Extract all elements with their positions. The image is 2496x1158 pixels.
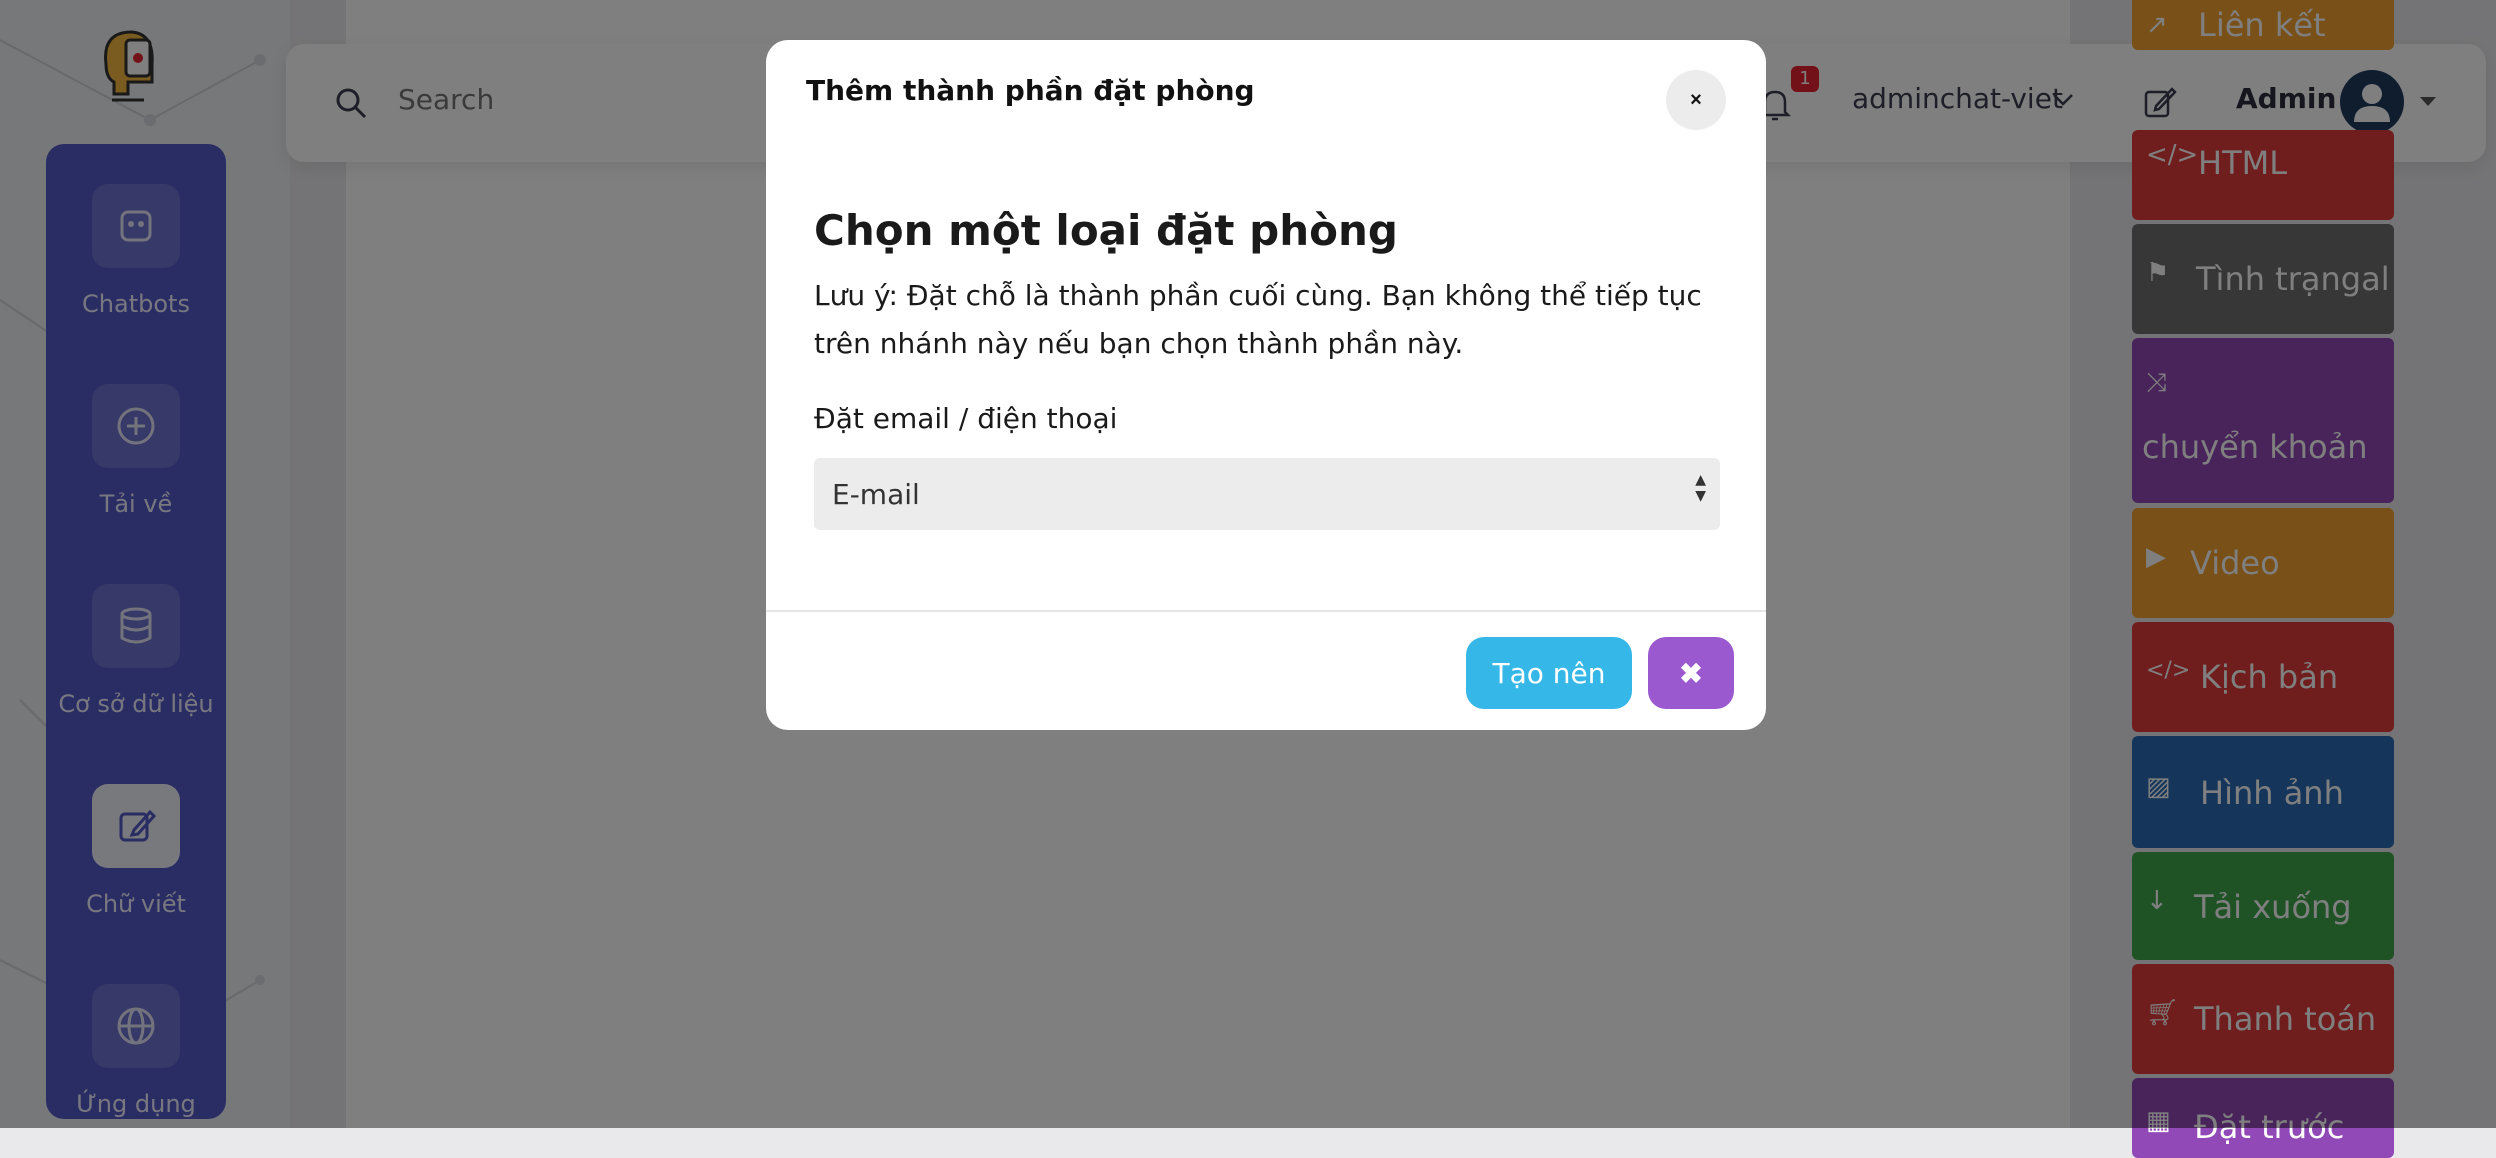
select-arrows-icon: ▲ ▼	[1695, 472, 1706, 504]
footer-divider	[766, 610, 1766, 612]
cancel-button[interactable]: ✖	[1648, 637, 1734, 709]
add-booking-modal: Thêm thành phần đặt phòng × Chọn một loạ…	[766, 40, 1766, 730]
modal-note: Lưu ý: Đặt chỗ là thành phần cuối cùng. …	[814, 279, 1702, 360]
x-icon: ✖	[1679, 657, 1703, 689]
select-value: E-mail	[832, 478, 920, 511]
close-icon: ×	[1690, 88, 1702, 111]
modal-heading: Chọn một loại đặt phòng	[814, 206, 1398, 255]
modal-title: Thêm thành phần đặt phòng	[806, 74, 1255, 107]
booking-type-label: Đặt email / điện thoại	[814, 402, 1118, 435]
create-button[interactable]: Tạo nên	[1466, 637, 1632, 709]
booking-type-select[interactable]: E-mail ▲ ▼	[814, 458, 1720, 530]
close-button[interactable]: ×	[1666, 70, 1726, 130]
